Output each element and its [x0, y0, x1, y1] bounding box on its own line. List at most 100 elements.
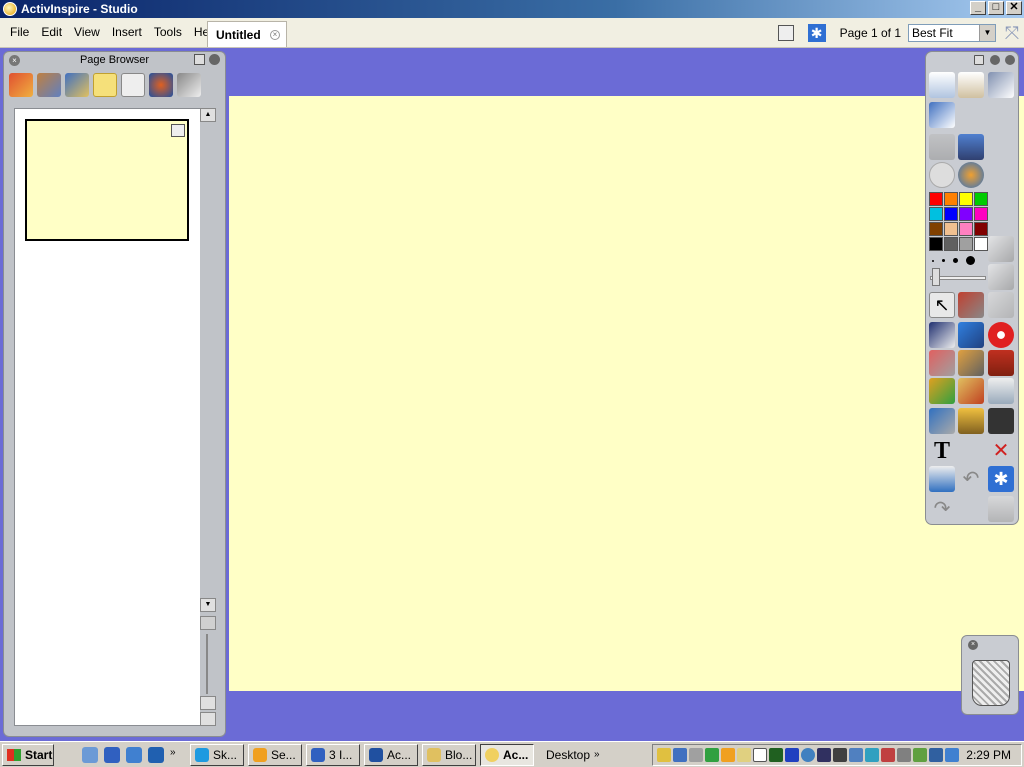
save-icon[interactable] — [988, 408, 1014, 434]
stamp-icon[interactable] — [988, 350, 1014, 376]
tray-icon[interactable] — [849, 748, 863, 762]
tab-close-icon[interactable]: × — [270, 30, 280, 40]
color-swatch[interactable] — [974, 222, 988, 236]
tray-icon[interactable] — [801, 748, 815, 762]
color-swatch[interactable] — [944, 237, 958, 251]
property-browser-icon[interactable] — [121, 73, 145, 97]
page-notes-icon[interactable] — [777, 25, 794, 41]
search-icon[interactable] — [126, 746, 142, 763]
tray-icon[interactable] — [753, 748, 767, 762]
taskbar-item-word[interactable]: Ac... — [364, 743, 418, 766]
internet-explorer-icon[interactable] — [104, 746, 120, 763]
color-swatch[interactable] — [944, 207, 958, 221]
browser-icon[interactable] — [148, 746, 164, 763]
menu-edit[interactable]: Edit — [35, 25, 68, 39]
web-browser-icon[interactable] — [958, 162, 984, 188]
width-dot[interactable] — [942, 259, 945, 262]
page-menu-icon[interactable] — [171, 124, 185, 137]
shape-icon[interactable] — [929, 378, 955, 404]
chevron-down-icon[interactable]: ▼ — [979, 25, 995, 41]
undo-icon[interactable]: ↶ — [958, 466, 984, 492]
chevron-right-icon[interactable]: » — [594, 749, 600, 760]
tray-icon[interactable] — [689, 748, 703, 762]
minimize-button[interactable]: _ — [970, 1, 986, 15]
zoom-select[interactable]: Best Fit ▼ — [908, 24, 996, 42]
collapse-icon[interactable] — [990, 55, 1000, 65]
tray-icon[interactable] — [897, 748, 911, 762]
flipchart-canvas[interactable] — [229, 96, 1024, 691]
connector-icon[interactable] — [929, 408, 955, 434]
fullscreen-icon[interactable]: ⤧ — [1002, 23, 1022, 43]
tray-icon[interactable] — [833, 748, 847, 762]
taskbar-item-se[interactable]: Se... — [248, 743, 302, 766]
tab-untitled[interactable]: Untitled × — [207, 21, 287, 47]
color-swatch[interactable] — [929, 237, 943, 251]
tray-icon[interactable] — [881, 748, 895, 762]
tray-icon[interactable] — [737, 748, 751, 762]
color-swatch[interactable] — [929, 207, 943, 221]
notes-browser-icon[interactable] — [93, 73, 117, 97]
dual-user-icon[interactable]: ✱ — [988, 466, 1014, 492]
layer-icon[interactable] — [988, 236, 1014, 262]
browsers-icon[interactable] — [958, 72, 984, 98]
page-thumbnail[interactable] — [25, 119, 189, 241]
grid-icon[interactable] — [200, 616, 216, 630]
color-swatch[interactable] — [929, 222, 943, 236]
text-icon[interactable]: T — [929, 438, 955, 464]
taskbar-item-folder[interactable]: Blo... — [422, 743, 476, 766]
object-browser-icon[interactable] — [65, 73, 89, 97]
color-swatch[interactable] — [944, 222, 958, 236]
dock-icon[interactable] — [974, 55, 984, 65]
eraser-icon[interactable] — [929, 350, 955, 376]
color-swatch[interactable] — [959, 192, 973, 206]
desktop-tools-icon[interactable] — [958, 292, 984, 318]
tray-icon[interactable] — [657, 748, 671, 762]
main-menu-icon[interactable] — [929, 72, 955, 98]
pen-icon[interactable] — [929, 322, 955, 348]
tray-icon[interactable] — [945, 748, 959, 762]
group-icon[interactable] — [988, 292, 1014, 318]
width-dot[interactable] — [966, 256, 975, 265]
fill-icon[interactable] — [958, 350, 984, 376]
scroll-up-icon[interactable]: ▲ — [200, 108, 216, 122]
camera-icon[interactable] — [988, 264, 1014, 290]
close-button[interactable]: ✕ — [1006, 1, 1022, 15]
taskbar-item-activinspire[interactable]: Ac... — [480, 743, 534, 766]
color-swatch[interactable] — [959, 237, 973, 251]
thumbnail-size-icon[interactable] — [200, 712, 216, 726]
clip-art-icon[interactable] — [958, 408, 984, 434]
color-swatch[interactable] — [959, 207, 973, 221]
color-swatch[interactable] — [974, 192, 988, 206]
zoom-thumb[interactable] — [200, 696, 216, 710]
close-icon[interactable]: × — [9, 55, 20, 66]
magic-ink-icon[interactable] — [958, 378, 984, 404]
action-browser-icon[interactable] — [149, 73, 173, 97]
resource-browser-icon[interactable] — [37, 73, 61, 97]
pin-icon[interactable] — [1005, 55, 1015, 65]
next-page-icon[interactable] — [958, 134, 984, 160]
taskbar-item-ie-group[interactable]: 3 I... — [306, 743, 360, 766]
desktop-toolbar-label[interactable]: Desktop — [546, 748, 590, 762]
page-browser-icon[interactable] — [9, 73, 33, 97]
select-icon[interactable]: ↖ — [929, 292, 955, 318]
redo-icon[interactable]: ↷ — [929, 496, 955, 522]
show-desktop-icon[interactable] — [82, 746, 98, 763]
width-dot[interactable] — [932, 259, 934, 262]
width-dot[interactable] — [953, 258, 958, 263]
scrollbar[interactable]: ▲ ▼ — [200, 108, 216, 728]
color-swatch[interactable] — [944, 192, 958, 206]
play-icon[interactable] — [929, 162, 955, 188]
tray-icon[interactable] — [913, 748, 927, 762]
close-icon[interactable]: × — [968, 640, 978, 650]
edit-profile-icon[interactable] — [929, 102, 955, 128]
tray-icon[interactable] — [929, 748, 943, 762]
tray-icon[interactable] — [705, 748, 719, 762]
voting-browser-icon[interactable] — [177, 73, 201, 97]
color-swatch[interactable] — [974, 207, 988, 221]
color-swatch[interactable] — [974, 237, 988, 251]
taskbar-item-skype[interactable]: Sk... — [190, 743, 244, 766]
pin-icon[interactable] — [209, 54, 220, 65]
color-swatch[interactable] — [929, 192, 943, 206]
close-flipchart-icon[interactable]: ✕ — [988, 438, 1014, 464]
menu-insert[interactable]: Insert — [106, 25, 148, 39]
